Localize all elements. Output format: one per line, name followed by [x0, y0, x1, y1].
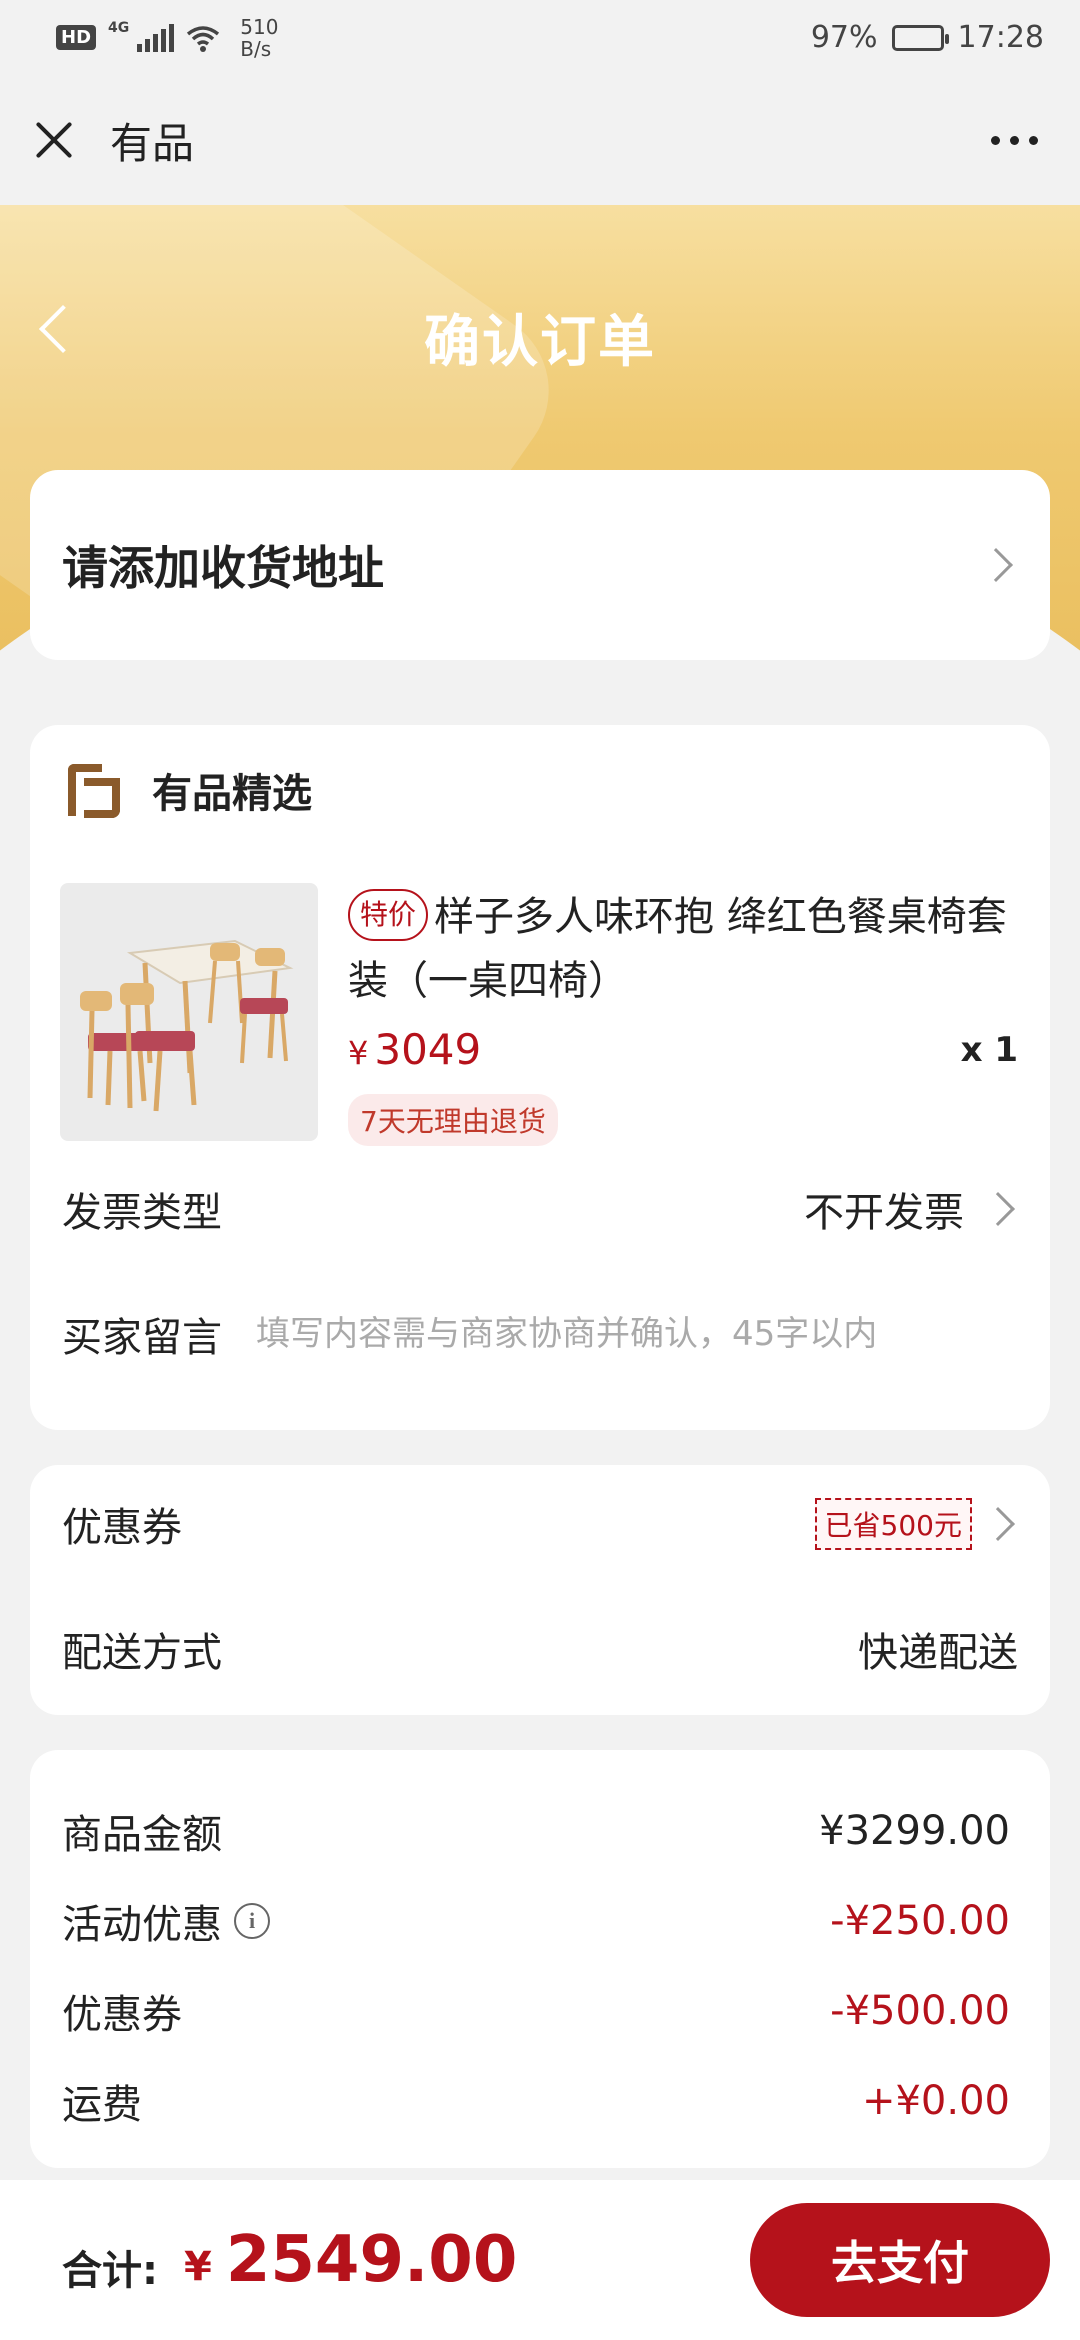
return-policy-badge: 7天无理由退货 [348, 1094, 558, 1146]
coupon-value-group: 已省500元 [814, 1498, 1018, 1550]
summary-label: 商品金额 [62, 1812, 222, 1858]
summary-row-shipping: 运费 +¥0.00 [62, 2072, 1010, 2130]
summary-label: 活动优惠 [62, 1902, 222, 1948]
page-title: 确认订单 [424, 310, 656, 375]
checkout-bar: 合计: ¥ 2549.00 去支付 [0, 2180, 1080, 2340]
dot-icon [1029, 135, 1038, 145]
invoice-row[interactable]: 发票类型 不开发票 [62, 1180, 1018, 1238]
product-info: 特价 样子多人味环抱 绛红色餐桌椅套装（一桌四椅） ¥3049 x 1 7天无理由… [348, 885, 1018, 1146]
dot-icon [991, 135, 1000, 145]
total-label: 合计: [62, 2248, 158, 2294]
price-row: ¥3049 x 1 [348, 1025, 1018, 1074]
summary-value: ¥3299.00 [819, 1808, 1010, 1854]
delivery-row: 配送方式 快递配送 [62, 1620, 1018, 1678]
coupon-row[interactable]: 优惠券 已省500元 [62, 1495, 1018, 1553]
invoice-value: 不开发票 [804, 1190, 964, 1236]
pay-button[interactable]: 去支付 [750, 2203, 1050, 2317]
network-type: 4G [108, 19, 130, 36]
clock: 17:28 [957, 20, 1044, 55]
price-value: 3049 [374, 1025, 482, 1074]
summary-label: 优惠券 [62, 1992, 182, 2038]
currency-symbol: ¥ [348, 1034, 369, 1072]
close-icon[interactable] [32, 118, 76, 162]
total-currency-symbol: ¥ [184, 2244, 212, 2290]
battery-percent: 97% [810, 20, 878, 55]
signal-icon [137, 23, 175, 52]
summary-row-goods: 商品金额 ¥3299.00 [62, 1802, 1010, 1860]
price-summary-card: 商品金额 ¥3299.00 活动优惠 i -¥250.00 优惠券 -¥500.… [30, 1750, 1050, 2168]
summary-value: -¥500.00 [830, 1988, 1010, 2034]
product-title[interactable]: 特价 样子多人味环抱 绛红色餐桌椅套装（一桌四椅） [348, 885, 1018, 1013]
buyer-message-row: 买家留言 [62, 1305, 1018, 1363]
more-options-button[interactable] [981, 126, 1048, 155]
product-image[interactable] [60, 883, 318, 1141]
info-icon[interactable]: i [234, 1903, 270, 1939]
summary-value: -¥250.00 [830, 1898, 1010, 1944]
status-bar: HD 4G 510 B/s 97% 17:28 [0, 0, 1080, 75]
app-title: 有品 [110, 118, 195, 168]
summary-row-promotion: 活动优惠 i -¥250.00 [62, 1892, 1010, 1950]
youpin-logo-icon [66, 762, 122, 818]
quantity: x 1 [960, 1029, 1018, 1070]
status-left: HD 4G 510 B/s [56, 16, 278, 60]
shop-header: 有品精选 [66, 761, 312, 819]
total-amount: 2549.00 [225, 2223, 518, 2297]
speed-unit: B/s [240, 36, 272, 61]
shop-card: 有品精选 特价 样子多人味环抱 绛红色餐桌椅套装（一桌四椅） ¥ 3049 x … [30, 725, 1050, 1430]
network-speed: 510 B/s [240, 16, 278, 60]
hd-badge: HD [56, 25, 97, 50]
chevron-right-icon [981, 1507, 1015, 1541]
buyer-message-label: 买家留言 [62, 1315, 222, 1361]
dining-set-image [80, 939, 294, 1112]
coupon-delivery-card: 优惠券 已省500元 配送方式 快递配送 [30, 1465, 1050, 1715]
summary-label: 运费 [62, 2082, 142, 2128]
chevron-right-icon [979, 548, 1013, 582]
summary-row-coupon: 优惠券 -¥500.00 [62, 1982, 1010, 2040]
wifi-icon [187, 25, 220, 52]
delivery-label: 配送方式 [62, 1630, 222, 1676]
delivery-value: 快递配送 [858, 1630, 1018, 1676]
app-bar: 有品 [0, 75, 1080, 205]
chevron-right-icon [981, 1192, 1015, 1226]
product-name: 样子多人味环抱 绛红色餐桌椅套装（一桌四椅） [348, 894, 1007, 1004]
invoice-value-group: 不开发票 [804, 1180, 1018, 1238]
speed-value: 510 [240, 14, 279, 39]
add-address-label: 请添加收货地址 [62, 541, 384, 595]
product-price: ¥3049 [348, 1025, 481, 1074]
battery-icon [891, 24, 949, 51]
summary-value: +¥0.00 [861, 2078, 1010, 2124]
dot-icon [1010, 135, 1019, 145]
buyer-message-input[interactable] [256, 1314, 1018, 1354]
status-right: 97% 17:28 [811, 20, 1044, 55]
coupon-label: 优惠券 [62, 1505, 182, 1551]
address-card[interactable]: 请添加收货地址 [30, 470, 1050, 660]
coupon-saved-badge: 已省500元 [814, 1498, 972, 1550]
invoice-label: 发票类型 [62, 1190, 222, 1236]
shop-name: 有品精选 [152, 771, 312, 817]
special-price-tag: 特价 [348, 889, 429, 941]
